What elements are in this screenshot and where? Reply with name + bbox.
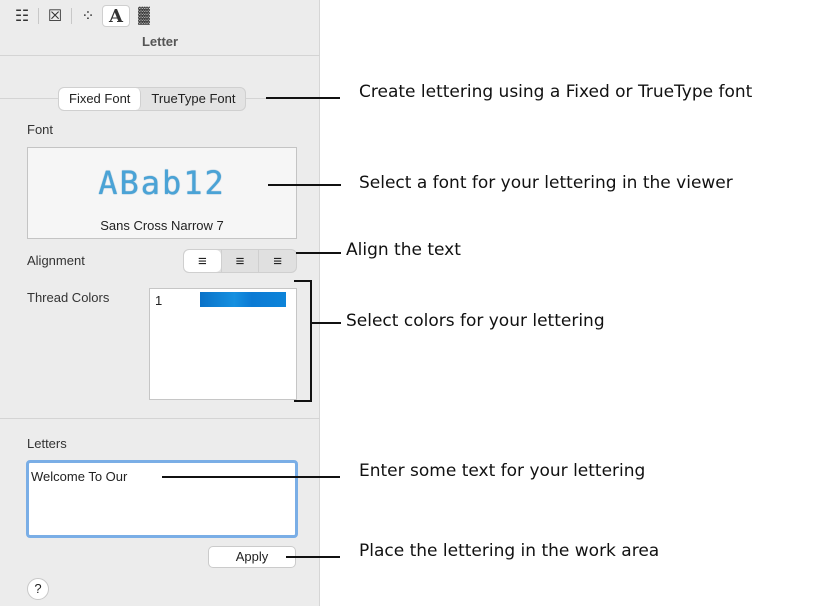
- callout-font-type: Create lettering using a Fixed or TrueTy…: [359, 82, 753, 102]
- callout-viewer: Select a font for your lettering in the …: [359, 173, 733, 193]
- font-viewer[interactable]: ABab12 Sans Cross Narrow 7: [27, 147, 297, 239]
- callout-line-align: [296, 252, 341, 254]
- callout-line-apply: [286, 556, 340, 558]
- dotted-circle-icon[interactable]: ⁘: [74, 5, 102, 27]
- properties-list-icon[interactable]: ☷: [8, 5, 36, 27]
- thread-color-index: 1: [155, 293, 163, 308]
- apply-button[interactable]: Apply: [208, 546, 296, 568]
- align-right-icon[interactable]: ≡: [258, 250, 296, 272]
- align-center-icon[interactable]: ≡: [220, 250, 259, 272]
- truetype-font-tab[interactable]: TrueType Font: [141, 88, 245, 110]
- cross-stitch-icon[interactable]: ☒: [41, 5, 69, 27]
- callout-line-text: [162, 476, 340, 478]
- toolbar-divider: [71, 8, 72, 24]
- font-sample-preview: ABab12: [98, 164, 226, 202]
- letters-input[interactable]: Welcome To Our: [26, 460, 298, 538]
- fixed-font-tab[interactable]: Fixed Font: [59, 88, 142, 110]
- callout-apply: Place the lettering in the work area: [359, 541, 660, 561]
- callout-line-viewer: [268, 184, 341, 186]
- alignment-label: Alignment: [27, 253, 85, 268]
- thread-colors-list[interactable]: 1: [149, 288, 297, 400]
- alignment-control: ≡ ≡ ≡: [183, 249, 297, 273]
- thread-color-swatch[interactable]: [200, 292, 286, 307]
- callout-align: Align the text: [346, 240, 461, 260]
- font-type-segmented-control: Fixed Font TrueType Font: [58, 87, 247, 111]
- panel-toolbar: ☷ ☒ ⁘ A ▓: [8, 3, 158, 29]
- divider: [0, 418, 320, 419]
- callout-colors: Select colors for your lettering: [346, 311, 605, 331]
- callout-line-font-type: [266, 97, 340, 99]
- callout-text: Enter some text for your lettering: [359, 461, 646, 481]
- font-label: Font: [27, 122, 54, 137]
- thread-colors-label: Thread Colors: [27, 290, 110, 305]
- align-left-icon[interactable]: ≡: [184, 250, 221, 272]
- letters-label: Letters: [27, 436, 67, 451]
- toolbar-divider: [38, 8, 39, 24]
- fill-pattern-icon[interactable]: ▓: [130, 5, 158, 27]
- help-button[interactable]: ?: [27, 578, 49, 600]
- bracket-side: [310, 280, 312, 402]
- callout-line-colors: [310, 322, 341, 324]
- divider: [0, 55, 320, 56]
- panel-title: Letter: [141, 34, 179, 49]
- bracket-bottom: [294, 400, 312, 402]
- letter-panel: ☷ ☒ ⁘ A ▓ Letter Fixed Font TrueType Fon…: [0, 0, 320, 606]
- letter-a-icon[interactable]: A: [102, 5, 130, 27]
- font-name: Sans Cross Narrow 7: [100, 218, 224, 233]
